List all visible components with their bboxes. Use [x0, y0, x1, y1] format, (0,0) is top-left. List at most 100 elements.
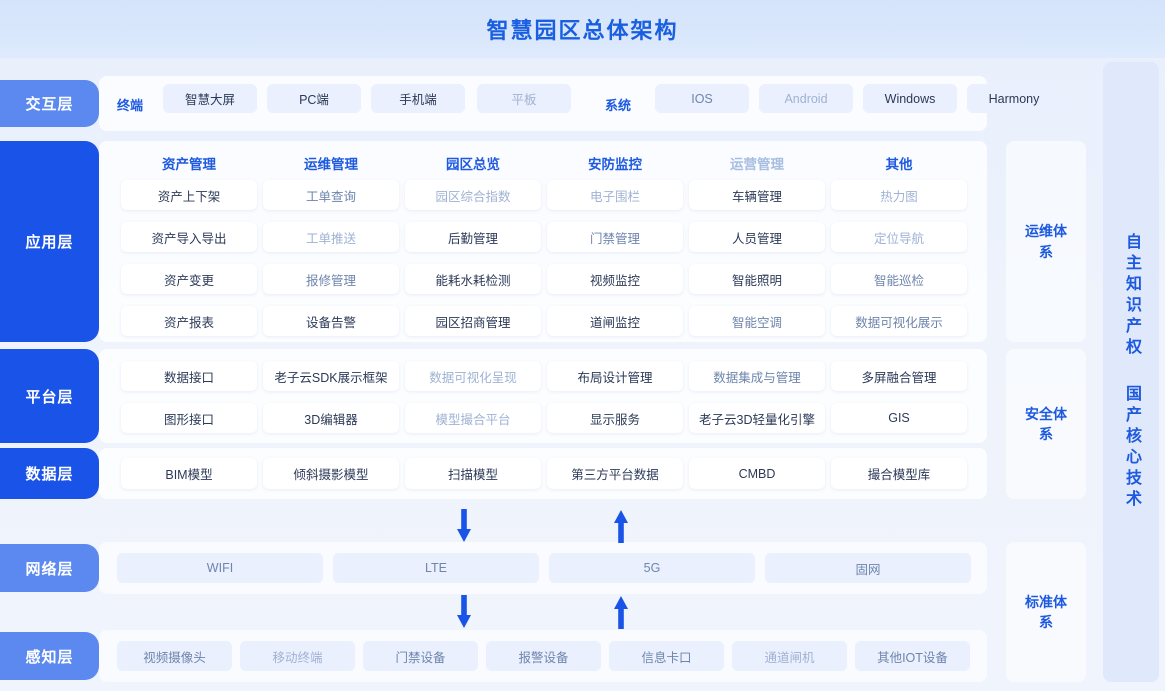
platform-item-0-4[interactable]: 数据集成与管理	[689, 361, 825, 391]
platform-item-1-1[interactable]: 3D编辑器	[263, 403, 399, 433]
perception-item-2[interactable]: 门禁设备	[363, 641, 478, 671]
application-item-2-1-label: 后勤管理	[448, 228, 498, 247]
application-item-2-1[interactable]: 后勤管理	[405, 222, 541, 252]
application-column-head-5: 其他	[827, 153, 971, 173]
perception-item-4[interactable]: 信息卡口	[609, 641, 724, 671]
platform-item-1-3[interactable]: 显示服务	[547, 403, 683, 433]
platform-item-1-3-label: 显示服务	[590, 409, 640, 428]
perception-item-6-label: 其他IOT设备	[877, 647, 948, 666]
layer-tag-perception[interactable]: 感知层	[0, 632, 99, 680]
platform-item-0-5[interactable]: 多屏融合管理	[831, 361, 967, 391]
application-column-head-2: 园区总览	[401, 153, 545, 173]
layer-tag-network[interactable]: 网络层	[0, 544, 99, 592]
platform-item-1-2-label: 模型撮合平台	[435, 409, 510, 428]
side-system-column-0[interactable]: 运维体系	[1006, 141, 1086, 342]
platform-item-1-5[interactable]: GIS	[831, 403, 967, 433]
application-item-3-1[interactable]: 门禁管理	[547, 222, 683, 252]
layer-tag-application-label: 应用层	[25, 231, 73, 252]
interaction-terminal-item-3[interactable]: 平板	[477, 84, 571, 113]
network-item-2-label: 5G	[644, 561, 661, 575]
layer-tag-data[interactable]: 数据层	[0, 448, 99, 499]
perception-item-1[interactable]: 移动终端	[240, 641, 355, 671]
network-item-2[interactable]: 5G	[549, 553, 755, 583]
platform-item-1-4[interactable]: 老子云3D轻量化引擎	[689, 403, 825, 433]
application-item-1-0-label: 工单查询	[306, 186, 356, 205]
application-item-2-0[interactable]: 园区综合指数	[405, 180, 541, 210]
data-item-0[interactable]: BIM模型	[121, 458, 257, 489]
application-item-3-2-label: 视频监控	[590, 270, 640, 289]
data-item-1-label: 倾斜摄影模型	[293, 464, 368, 483]
perception-item-0-label: 视频摄像头	[143, 647, 206, 666]
application-column-head-4: 运营管理	[685, 153, 829, 173]
application-item-3-3[interactable]: 道闸监控	[547, 306, 683, 336]
application-item-4-3[interactable]: 智能空调	[689, 306, 825, 336]
platform-item-0-0-label: 数据接口	[164, 367, 214, 386]
application-item-4-0[interactable]: 车辆管理	[689, 180, 825, 210]
data-item-2[interactable]: 扫描模型	[405, 458, 541, 489]
flow-arrow-down-2	[456, 595, 472, 629]
application-item-4-3-label: 智能空调	[732, 312, 782, 331]
application-item-4-2-label: 智能照明	[732, 270, 782, 289]
perception-item-5[interactable]: 通道闸机	[732, 641, 847, 671]
application-item-5-1[interactable]: 定位导航	[831, 222, 967, 252]
application-item-0-0[interactable]: 资产上下架	[121, 180, 257, 210]
platform-item-0-1[interactable]: 老子云SDK展示框架	[263, 361, 399, 391]
interaction-terminal-item-1[interactable]: PC端	[267, 84, 361, 113]
page-header: 智慧园区总体架构	[0, 0, 1165, 58]
application-item-1-1[interactable]: 工单推送	[263, 222, 399, 252]
application-item-2-2-label: 能耗水耗检测	[435, 270, 510, 289]
perception-item-6[interactable]: 其他IOT设备	[855, 641, 970, 671]
application-item-3-2[interactable]: 视频监控	[547, 264, 683, 294]
layer-tag-application[interactable]: 应用层	[0, 141, 99, 342]
network-item-3[interactable]: 固网	[765, 553, 971, 583]
layer-tag-interaction[interactable]: 交互层	[0, 80, 99, 127]
perception-item-3[interactable]: 报警设备	[486, 641, 601, 671]
data-item-3[interactable]: 第三方平台数据	[547, 458, 683, 489]
application-item-4-2[interactable]: 智能照明	[689, 264, 825, 294]
data-item-2-label: 扫描模型	[448, 464, 498, 483]
application-item-1-0[interactable]: 工单查询	[263, 180, 399, 210]
application-item-2-3[interactable]: 园区招商管理	[405, 306, 541, 336]
side-system-column-1[interactable]: 安全体系	[1006, 349, 1086, 499]
network-item-1[interactable]: LTE	[333, 553, 539, 583]
application-item-0-3[interactable]: 资产报表	[121, 306, 257, 336]
interaction-system-item-0[interactable]: IOS	[655, 84, 749, 113]
platform-item-0-0[interactable]: 数据接口	[121, 361, 257, 391]
application-item-5-0[interactable]: 热力图	[831, 180, 967, 210]
application-item-3-0[interactable]: 电子围栏	[547, 180, 683, 210]
layer-tag-platform[interactable]: 平台层	[0, 349, 99, 443]
side-system-column-2[interactable]: 标准体系	[1006, 542, 1086, 682]
application-item-5-3-label: 数据可视化展示	[855, 312, 943, 331]
side-system-column-2-label: 标准体系	[1025, 592, 1067, 633]
interaction-system-item-1[interactable]: Android	[759, 84, 853, 113]
data-item-4[interactable]: CMBD	[689, 458, 825, 489]
platform-item-0-2[interactable]: 数据可视化呈现	[405, 361, 541, 391]
data-item-5[interactable]: 撮合模型库	[831, 458, 967, 489]
ip-column-text-1: 国产核心技术	[1119, 385, 1143, 511]
platform-item-0-2-label: 数据可视化呈现	[429, 367, 517, 386]
data-item-1[interactable]: 倾斜摄影模型	[263, 458, 399, 489]
application-item-5-2[interactable]: 智能巡检	[831, 264, 967, 294]
platform-item-1-2[interactable]: 模型撮合平台	[405, 403, 541, 433]
application-item-1-2[interactable]: 报修管理	[263, 264, 399, 294]
application-item-5-3[interactable]: 数据可视化展示	[831, 306, 967, 336]
application-item-3-3-label: 道闸监控	[590, 312, 640, 331]
platform-item-0-3[interactable]: 布局设计管理	[547, 361, 683, 391]
application-item-2-2[interactable]: 能耗水耗检测	[405, 264, 541, 294]
application-item-0-1[interactable]: 资产导入导出	[121, 222, 257, 252]
platform-item-1-5-label: GIS	[888, 411, 910, 425]
application-item-4-1[interactable]: 人员管理	[689, 222, 825, 252]
flow-arrow-down-0	[456, 509, 472, 543]
platform-item-1-1-label: 3D编辑器	[304, 409, 357, 428]
interaction-terminal-item-2[interactable]: 手机端	[371, 84, 465, 113]
perception-item-3-label: 报警设备	[518, 647, 568, 666]
application-item-1-3[interactable]: 设备告警	[263, 306, 399, 336]
perception-item-0[interactable]: 视频摄像头	[117, 641, 232, 671]
platform-item-1-0[interactable]: 图形接口	[121, 403, 257, 433]
interaction-system-item-3[interactable]: Harmony	[967, 84, 1061, 113]
network-item-0[interactable]: WIFI	[117, 553, 323, 583]
interaction-system-item-2[interactable]: Windows	[863, 84, 957, 113]
interaction-terminal-item-0[interactable]: 智慧大屏	[163, 84, 257, 113]
data-item-5-label: 撮合模型库	[868, 464, 931, 483]
application-item-0-2[interactable]: 资产变更	[121, 264, 257, 294]
